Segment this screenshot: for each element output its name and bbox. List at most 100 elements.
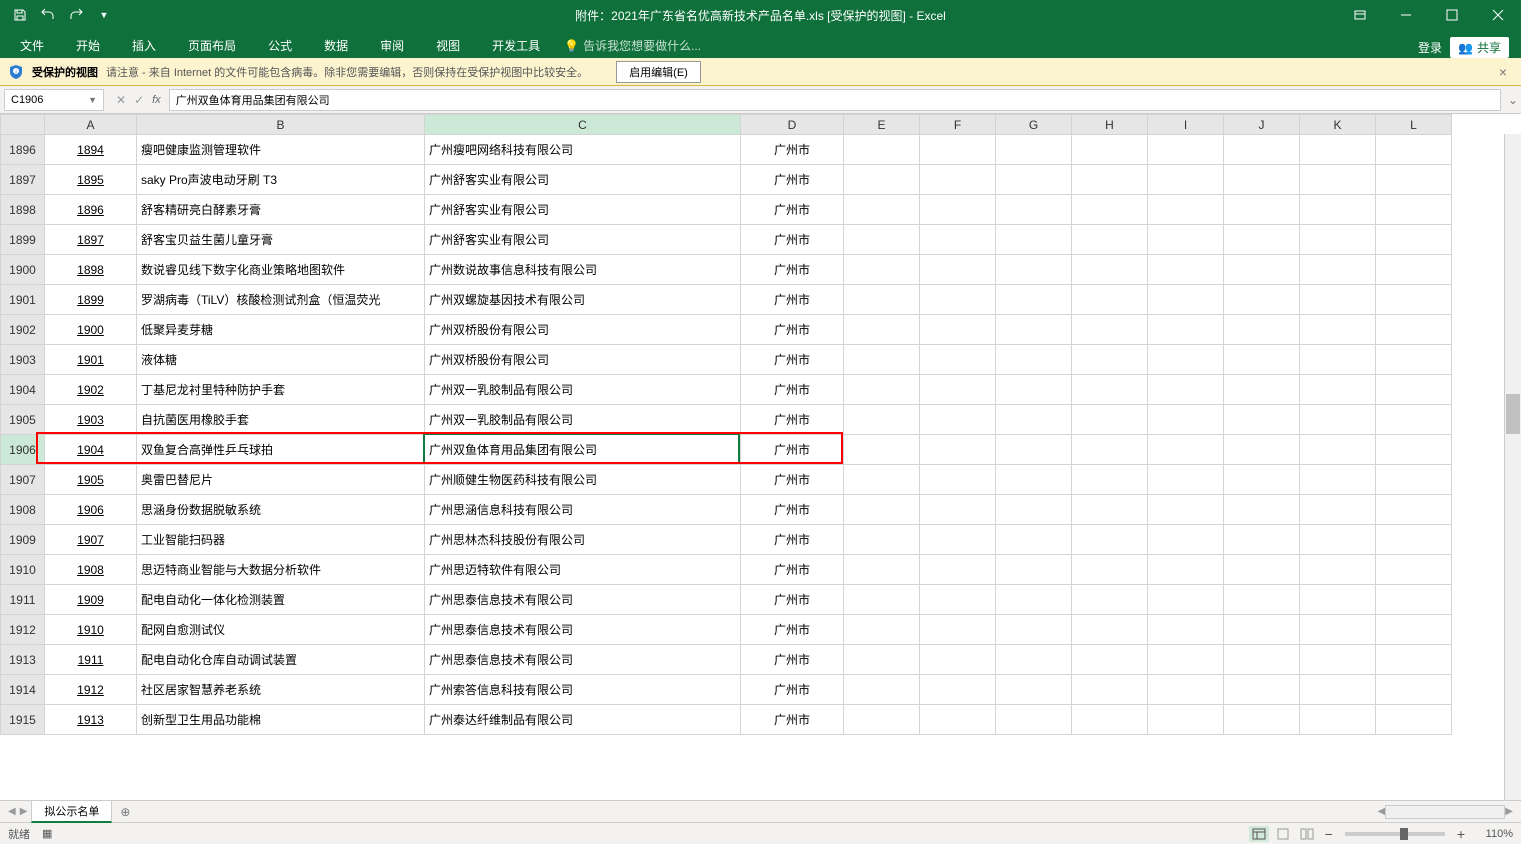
- cell[interactable]: 广州市: [741, 405, 844, 435]
- cell[interactable]: [844, 285, 920, 315]
- cell[interactable]: [920, 315, 996, 345]
- cell[interactable]: 广州市: [741, 195, 844, 225]
- cell[interactable]: [1072, 315, 1148, 345]
- cell[interactable]: [1224, 495, 1300, 525]
- cancel-formula-button[interactable]: ✕: [116, 93, 126, 107]
- cell[interactable]: 1897: [45, 225, 137, 255]
- cell[interactable]: [844, 645, 920, 675]
- cell[interactable]: 广州市: [741, 525, 844, 555]
- row-header[interactable]: 1900: [1, 255, 45, 285]
- cell[interactable]: [1376, 615, 1452, 645]
- cell[interactable]: 1912: [45, 675, 137, 705]
- cell[interactable]: [1148, 375, 1224, 405]
- cell[interactable]: [920, 495, 996, 525]
- row-header[interactable]: 1903: [1, 345, 45, 375]
- cell[interactable]: 1904: [45, 435, 137, 465]
- cell[interactable]: [1376, 195, 1452, 225]
- cell[interactable]: 广州双一乳胶制品有限公司: [425, 375, 741, 405]
- row-header[interactable]: 1898: [1, 195, 45, 225]
- col-header-E[interactable]: E: [844, 115, 920, 135]
- col-header-C[interactable]: C: [425, 115, 741, 135]
- row-header[interactable]: 1914: [1, 675, 45, 705]
- col-header-K[interactable]: K: [1300, 115, 1376, 135]
- cell[interactable]: [920, 375, 996, 405]
- cell[interactable]: [1376, 675, 1452, 705]
- cell[interactable]: [920, 135, 996, 165]
- tab-review[interactable]: 审阅: [364, 33, 420, 58]
- cell[interactable]: [1072, 405, 1148, 435]
- row-header[interactable]: 1909: [1, 525, 45, 555]
- cell[interactable]: [1300, 345, 1376, 375]
- cell[interactable]: [1148, 315, 1224, 345]
- cell[interactable]: 1910: [45, 615, 137, 645]
- cell[interactable]: [844, 585, 920, 615]
- row-header[interactable]: 1907: [1, 465, 45, 495]
- cell[interactable]: [1376, 405, 1452, 435]
- cell[interactable]: 配电自动化仓库自动调试装置: [137, 645, 425, 675]
- cell[interactable]: 双鱼复合高弹性乒乓球拍: [137, 435, 425, 465]
- cell[interactable]: 广州市: [741, 375, 844, 405]
- cell[interactable]: [1300, 225, 1376, 255]
- cell[interactable]: [1224, 555, 1300, 585]
- cell[interactable]: 广州市: [741, 465, 844, 495]
- sheet-nav-prev[interactable]: ◀: [8, 806, 16, 817]
- cell[interactable]: 1903: [45, 405, 137, 435]
- cell[interactable]: 广州市: [741, 285, 844, 315]
- ribbon-display-button[interactable]: [1337, 0, 1383, 30]
- cell[interactable]: 广州市: [741, 315, 844, 345]
- cell[interactable]: [1148, 435, 1224, 465]
- row-header[interactable]: 1899: [1, 225, 45, 255]
- cell[interactable]: [1376, 315, 1452, 345]
- name-box[interactable]: C1906 ▼: [4, 89, 104, 111]
- share-button[interactable]: 👥 共享: [1450, 37, 1509, 58]
- cell[interactable]: [1376, 435, 1452, 465]
- col-header-G[interactable]: G: [996, 115, 1072, 135]
- cell[interactable]: [844, 525, 920, 555]
- cell[interactable]: [1148, 555, 1224, 585]
- cell[interactable]: 广州数说故事信息科技有限公司: [425, 255, 741, 285]
- cell[interactable]: 1900: [45, 315, 137, 345]
- formula-input[interactable]: 广州双鱼体育用品集团有限公司: [169, 89, 1501, 111]
- cell[interactable]: [1300, 285, 1376, 315]
- cell[interactable]: [1300, 555, 1376, 585]
- cell[interactable]: [1300, 705, 1376, 735]
- row-header[interactable]: 1901: [1, 285, 45, 315]
- cell[interactable]: 创新型卫生用品功能棉: [137, 705, 425, 735]
- cell[interactable]: [996, 135, 1072, 165]
- cell[interactable]: 工业智能扫码器: [137, 525, 425, 555]
- cell[interactable]: 广州市: [741, 255, 844, 285]
- cell[interactable]: [1224, 465, 1300, 495]
- row-header[interactable]: 1904: [1, 375, 45, 405]
- cell[interactable]: [996, 585, 1072, 615]
- cell[interactable]: [1072, 495, 1148, 525]
- cell[interactable]: [996, 315, 1072, 345]
- cell[interactable]: 广州市: [741, 705, 844, 735]
- cell[interactable]: [1072, 555, 1148, 585]
- cell[interactable]: [996, 705, 1072, 735]
- cell[interactable]: 社区居家智慧养老系统: [137, 675, 425, 705]
- cell[interactable]: [996, 645, 1072, 675]
- cell[interactable]: 广州舒客实业有限公司: [425, 195, 741, 225]
- cell[interactable]: [1072, 435, 1148, 465]
- cell[interactable]: [844, 405, 920, 435]
- tab-data[interactable]: 数据: [308, 33, 364, 58]
- cell[interactable]: [1072, 255, 1148, 285]
- view-normal-button[interactable]: [1249, 826, 1269, 842]
- cell[interactable]: 1906: [45, 495, 137, 525]
- cell[interactable]: [1224, 405, 1300, 435]
- cell[interactable]: [996, 255, 1072, 285]
- cell[interactable]: [844, 465, 920, 495]
- cell[interactable]: 舒客宝贝益生菌儿童牙膏: [137, 225, 425, 255]
- cell[interactable]: 丁基尼龙衬里特种防护手套: [137, 375, 425, 405]
- add-sheet-button[interactable]: ⊕: [112, 803, 138, 821]
- cell[interactable]: [1300, 495, 1376, 525]
- cell[interactable]: [1148, 225, 1224, 255]
- row-header[interactable]: 1902: [1, 315, 45, 345]
- zoom-thumb[interactable]: [1400, 828, 1408, 840]
- tab-view[interactable]: 视图: [420, 33, 476, 58]
- cell[interactable]: [920, 615, 996, 645]
- cell[interactable]: 广州思林杰科技股份有限公司: [425, 525, 741, 555]
- cell[interactable]: [1376, 375, 1452, 405]
- row-header[interactable]: 1915: [1, 705, 45, 735]
- cell[interactable]: 广州双螺旋基因技术有限公司: [425, 285, 741, 315]
